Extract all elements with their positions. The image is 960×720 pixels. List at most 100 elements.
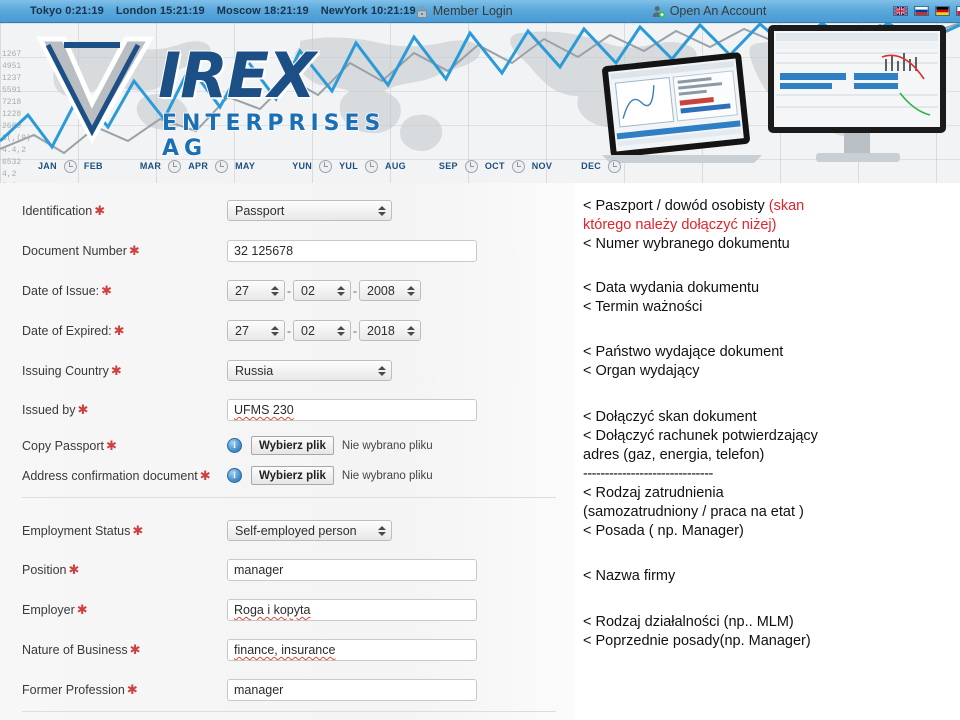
chevron-updown-icon — [271, 284, 280, 298]
date-of-issue-year-value: 2008 — [367, 283, 395, 298]
required-asterisk: ✱ — [77, 402, 89, 417]
issuing-country-select[interactable]: Russia — [227, 360, 392, 381]
form-row-employment-status: Employment Status ✱ Self-employed person — [22, 520, 562, 541]
date-of-expired-month-select[interactable]: 02 — [293, 320, 351, 341]
form-row-employer: Employer ✱ Roga i kopyta — [22, 599, 562, 621]
required-asterisk: ✱ — [126, 682, 138, 697]
month-oct[interactable]: OCT — [485, 161, 505, 171]
date-separator: - — [353, 283, 357, 298]
month-may[interactable]: MAY — [235, 161, 255, 171]
clock-tokyo: Tokyo 0:21:19 — [30, 5, 104, 17]
employment-status-value: Self-employed person — [235, 523, 357, 538]
date-of-issue-year-select[interactable]: 2008 — [359, 280, 421, 301]
date-of-expired-control: 27 - 02 - 2018 — [227, 320, 562, 341]
former-profession-label: Former Profession ✱ — [22, 682, 227, 698]
flag-poland-icon[interactable] — [955, 6, 960, 16]
section-divider — [22, 711, 556, 712]
month-aug[interactable]: AUG — [385, 161, 406, 171]
logo-tagline: ENTERPRISES AG — [161, 110, 386, 162]
issued-by-label: Issued by ✱ — [22, 402, 227, 418]
clock-dot-icon — [608, 159, 622, 173]
flag-russia-icon[interactable] — [913, 6, 929, 16]
former-profession-value: manager — [234, 683, 284, 697]
top-bar-right: Member Login Open An Account — [416, 4, 960, 18]
position-label: Position ✱ — [22, 562, 227, 578]
chevron-updown-icon — [407, 324, 416, 338]
chevron-updown-icon — [271, 324, 280, 338]
annotation-employment-status: < Rodzaj zatrudnienia — [583, 485, 724, 501]
form-row-identification: Identification ✱ Passport — [22, 200, 562, 221]
required-asterisk: ✱ — [113, 322, 125, 338]
member-login-button[interactable]: Member Login — [416, 4, 638, 18]
date-of-expired-day-select[interactable]: 27 — [227, 320, 285, 341]
document-number-label: Document Number ✱ — [22, 243, 227, 259]
month-yul[interactable]: YUL — [339, 161, 358, 171]
logo-wordmark: IREX — [157, 39, 317, 112]
date-of-issue-label: Date of Issue: ✱ — [22, 283, 227, 299]
issued-by-input[interactable]: UFMS 230 — [227, 399, 477, 421]
date-of-expired-month-value: 02 — [301, 323, 315, 338]
info-icon[interactable]: i — [227, 438, 242, 453]
month-dec[interactable]: DEC — [581, 161, 601, 171]
section-divider — [22, 497, 556, 498]
identification-label: Identification ✱ — [22, 203, 227, 219]
month-apr[interactable]: APR — [188, 161, 208, 171]
employer-input[interactable]: Roga i kopyta — [227, 599, 477, 621]
clock-dot-icon — [319, 159, 333, 173]
site-logo[interactable]: IREX ENTERPRISES AG — [30, 31, 430, 162]
required-asterisk: ✱ — [129, 642, 141, 657]
date-of-expired-year-select[interactable]: 2018 — [359, 320, 421, 341]
page-root: Tokyo 0:21:19 London 15:21:19 Moscow 18:… — [0, 0, 960, 720]
clock-dot-icon — [365, 159, 379, 173]
month-feb[interactable]: FEB — [84, 161, 103, 171]
copy-passport-choose-file-button[interactable]: Wybierz plik — [251, 436, 334, 455]
form-row-position: Position ✱ manager — [22, 559, 562, 581]
required-asterisk: ✱ — [68, 562, 80, 577]
month-sep[interactable]: SEP — [439, 161, 458, 171]
nature-of-business-value: finance, insurance — [234, 643, 336, 657]
annotation-text: < Paszport / dowód osobisty — [583, 198, 769, 214]
site-banner: 1267 4951 1237 5591 7218 1228 2689 3(,(9… — [0, 23, 960, 183]
month-mar[interactable]: MAR — [140, 161, 161, 171]
open-account-button[interactable]: Open An Account — [652, 4, 875, 18]
date-of-issue-day-select[interactable]: 27 — [227, 280, 285, 301]
chevron-updown-icon — [407, 284, 416, 298]
issued-by-label-text: Issued by — [22, 403, 76, 417]
position-control: manager — [227, 559, 562, 581]
info-icon[interactable]: i — [227, 468, 242, 483]
date-of-expired-label: Date of Expired: ✱ — [22, 323, 227, 339]
month-nov[interactable]: NOV — [532, 161, 552, 171]
flag-uk-icon[interactable] — [892, 6, 908, 16]
position-input[interactable]: manager — [227, 559, 477, 581]
issuing-country-label-text: Issuing Country — [22, 363, 109, 378]
document-number-value: 32 125678 — [234, 244, 294, 258]
month-jan[interactable]: JAN — [38, 161, 57, 171]
annotation-employer: < Nazwa firmy — [583, 568, 676, 584]
employment-status-select[interactable]: Self-employed person — [227, 520, 392, 541]
identification-select[interactable]: Passport — [227, 200, 392, 221]
form-row-copy-passport: Copy Passport ✱ i Wybierz plik Nie wybran… — [22, 436, 562, 455]
required-asterisk: ✱ — [101, 282, 113, 298]
flag-germany-icon[interactable] — [934, 6, 950, 16]
issued-by-value: UFMS 230 — [234, 403, 294, 417]
former-profession-label-text: Former Profession — [22, 683, 125, 697]
month-yun[interactable]: YUN — [292, 161, 312, 171]
date-of-issue-month-value: 02 — [301, 283, 315, 298]
date-of-issue-month-select[interactable]: 02 — [293, 280, 351, 301]
address-confirmation-choose-file-button[interactable]: Wybierz plik — [251, 466, 334, 485]
date-of-issue-day-value: 27 — [235, 283, 249, 298]
lock-icon — [416, 5, 427, 18]
position-label-text: Position — [22, 563, 67, 577]
chevron-updown-icon — [378, 364, 387, 378]
employer-value: Roga i kopyta — [234, 603, 311, 617]
copy-passport-control: i Wybierz plik Nie wybrano pliku — [227, 436, 562, 455]
date-separator: - — [287, 323, 291, 338]
document-number-input[interactable]: 32 125678 — [227, 240, 477, 262]
required-asterisk: ✱ — [132, 522, 144, 538]
form-row-date-of-expired: Date of Expired: ✱ 27 - 02 - 2018 — [22, 320, 562, 341]
clock-dot-icon — [215, 159, 229, 173]
nature-of-business-input[interactable]: finance, insurance — [227, 639, 477, 661]
employment-status-label: Employment Status ✱ — [22, 523, 227, 539]
former-profession-input[interactable]: manager — [227, 679, 477, 701]
employer-control: Roga i kopyta — [227, 599, 562, 621]
